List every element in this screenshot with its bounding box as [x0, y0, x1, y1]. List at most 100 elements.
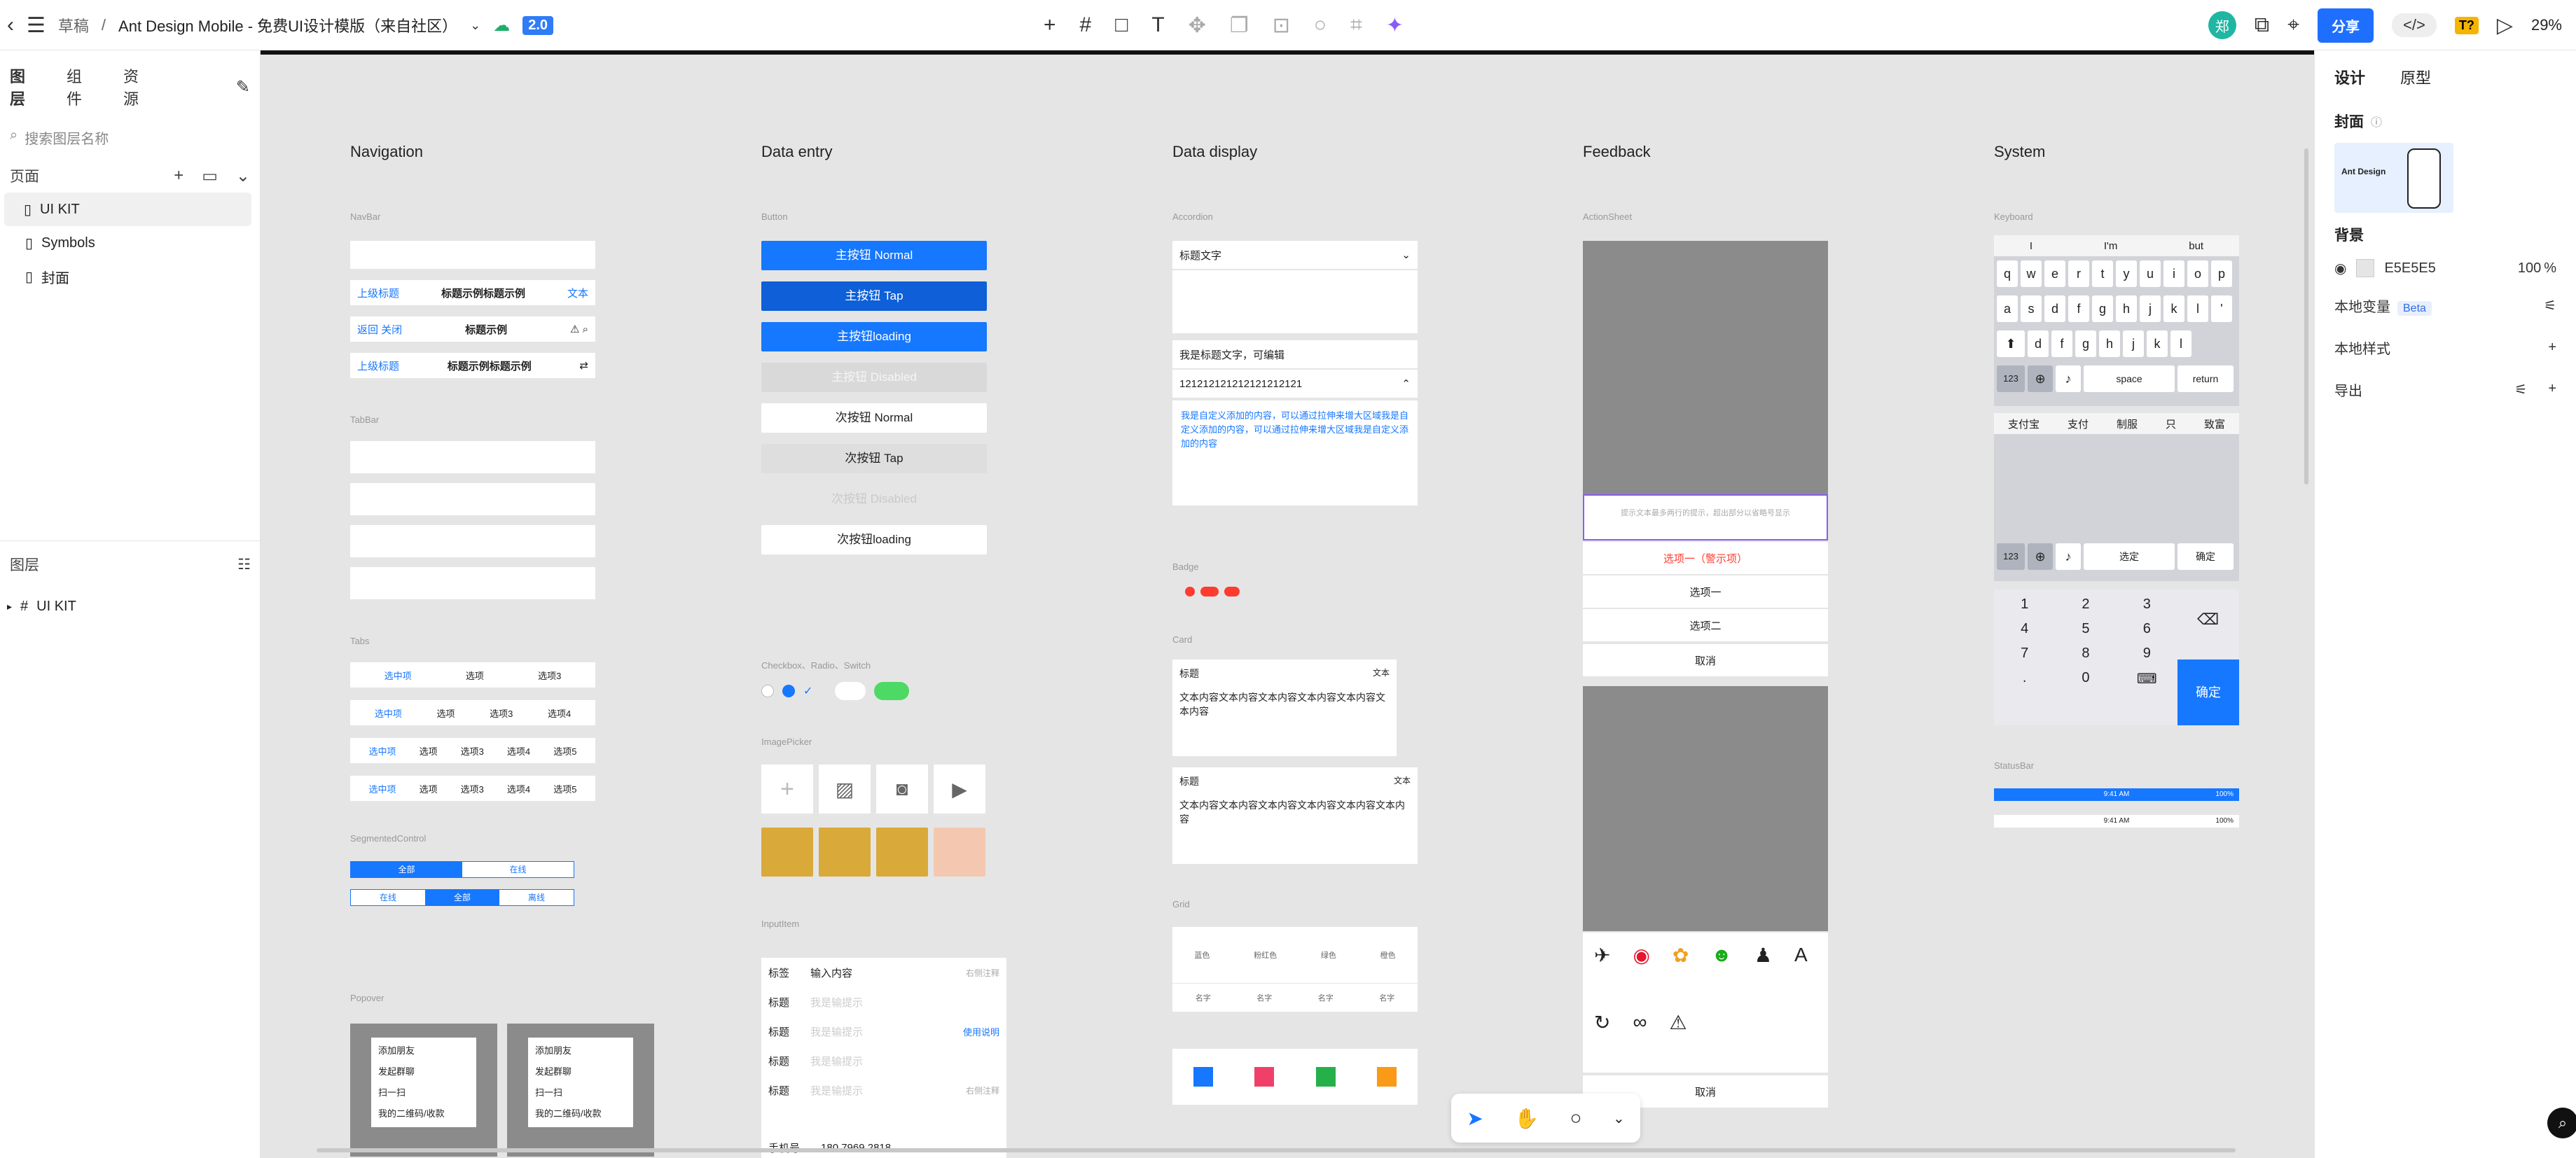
thumbnail-image[interactable] [934, 828, 985, 877]
qq-icon[interactable]: ♟ [1754, 944, 1772, 994]
layer-settings-icon[interactable]: ☷ [237, 556, 251, 573]
refresh-icon[interactable]: ↻ [1594, 1011, 1610, 1061]
card-1[interactable]: 标题 文本 文本内容文本内容文本内容文本内容文本内容文本内容 [1172, 660, 1397, 756]
page-item-cover[interactable]: ▯ 封面 [0, 260, 260, 293]
background-fill-row[interactable]: ◉ E5E5E5 100% [2315, 252, 2576, 284]
tabbar-1[interactable] [350, 441, 595, 473]
component-icon[interactable]: ❐ [1230, 13, 1249, 38]
accordion-number-row[interactable]: 121212121212121212121 ⌃ [1172, 370, 1418, 398]
add-icon[interactable]: + [2548, 381, 2556, 398]
collapse-icon[interactable]: ⌄ [236, 166, 250, 186]
crop-icon[interactable]: ⌗ [1350, 13, 1362, 37]
wechat-icon[interactable]: ☻ [1711, 944, 1731, 994]
image-icon[interactable]: ▨ [819, 765, 871, 814]
beta-tag[interactable]: T? [2454, 16, 2479, 34]
actionsheet-cancel[interactable]: 取消 [1583, 644, 1828, 676]
tabbar-4[interactable] [350, 567, 595, 599]
popover-menu[interactable]: 添加朋友 发起群聊 扫一扫 我的二维码/收款 [528, 1038, 633, 1127]
chevron-down-icon[interactable]: ⌄ [470, 18, 480, 33]
switch-off[interactable] [835, 682, 866, 700]
actionsheet-option[interactable]: 选项一 [1583, 575, 1828, 608]
segmented-control[interactable]: 全部 在线 [350, 861, 574, 878]
version-badge[interactable]: 2.0 [522, 15, 554, 35]
thumbnail-image[interactable] [761, 828, 813, 877]
zoom-level[interactable]: 29% [2531, 16, 2562, 34]
warning-icon[interactable]: ⚠ [1669, 1011, 1687, 1061]
tab-design[interactable]: 设计 [2334, 66, 2365, 88]
chevron-down-icon[interactable]: ⌄ [1613, 1110, 1625, 1127]
ai-icon[interactable]: ✦ [1386, 13, 1404, 38]
hand-icon[interactable]: ✋ [1514, 1107, 1539, 1130]
color-swatch[interactable] [2356, 259, 2375, 277]
code-toggle-icon[interactable]: </> [2392, 13, 2437, 37]
navbar-row4[interactable]: 上级标题 标题示例标题示例 ⇄ [350, 353, 595, 378]
switch-on[interactable] [874, 682, 910, 700]
frame-icon[interactable]: # [1080, 13, 1092, 37]
numeric-confirm-key[interactable]: 确定 [2177, 660, 2239, 725]
microphone-icon[interactable]: ♪ [2056, 543, 2081, 570]
search-fab-icon[interactable]: ⌕ [2547, 1108, 2576, 1138]
camera-icon[interactable]: ◙ [876, 765, 928, 814]
input-row[interactable]: 标题 我是输提示 使用说明 [761, 1017, 1006, 1046]
folder-icon[interactable]: ▭ [202, 166, 218, 186]
thumbnail-image[interactable] [819, 828, 871, 877]
popover-menu[interactable]: 添加朋友 发起群聊 扫一扫 我的二维码/收款 [371, 1038, 476, 1127]
add-image-icon[interactable]: + [761, 765, 813, 814]
circle-icon[interactable]: ○ [1314, 13, 1327, 37]
secondary-button-normal[interactable]: 次按钮 Normal [761, 403, 987, 433]
export-row[interactable]: 导出 ⚟ + [2315, 368, 2576, 410]
input-row[interactable]: 标题 我是输提示 [761, 987, 1006, 1017]
navbar-row3[interactable]: 返回 关闭 标题示例 ⚠ ⌕ [350, 316, 595, 342]
layer-search[interactable]: ⌕ 搜索图层名称 [10, 127, 250, 148]
add-page-icon[interactable]: + [174, 166, 183, 186]
comment-icon[interactable]: ○ [1570, 1107, 1582, 1129]
local-variables-row[interactable]: 本地变量 Beta ⚟ [2315, 284, 2576, 326]
tabs-row-4[interactable]: 选中项 选项 选项3 选项4 选项5 [350, 776, 595, 801]
share-button[interactable]: 分享 [2318, 8, 2374, 43]
primary-button-tap[interactable]: 主按钮 Tap [761, 281, 987, 311]
phone-input-row[interactable]: 手机号180 7969 2818 [761, 1133, 1006, 1158]
eye-icon[interactable]: ◉ [2334, 260, 2346, 277]
grid-swatch[interactable] [1193, 1067, 1213, 1087]
page-item-symbols[interactable]: ▯ Symbols [0, 226, 260, 260]
edit-icon[interactable]: ✎ [236, 64, 250, 109]
actionsheet-option-warning[interactable]: 选项一（警示项） [1583, 542, 1828, 574]
play-icon[interactable]: ▷ [2497, 13, 2513, 38]
tabs-row-3[interactable]: 选中项 选项 选项3 选项4 选项5 [350, 738, 595, 763]
input-row[interactable]: 标题 我是输提示 右侧注释 [761, 1075, 1006, 1105]
link-icon[interactable]: ∞ [1633, 1011, 1647, 1061]
video-icon[interactable]: ▶ [934, 765, 985, 814]
expand-arrow-icon[interactable]: ▸ [7, 601, 12, 613]
secondary-button-disabled[interactable]: 次按钮 Disabled [761, 484, 987, 514]
thumbnail-image[interactable] [876, 828, 928, 877]
input-row[interactable]: 标签 输入内容 右侧注释 [761, 958, 1006, 987]
breadcrumb-root[interactable]: 草稿 [58, 14, 89, 36]
info-icon[interactable]: ⓘ [2371, 113, 2382, 130]
segmented-control-3[interactable]: 在线 全部 离线 [350, 889, 574, 906]
keyboard-hide-icon[interactable]: ⌨ [2117, 670, 2177, 688]
backspace-icon[interactable]: ⌫ [2197, 611, 2219, 629]
secondary-button-loading[interactable]: 次按钮loading [761, 525, 987, 554]
add-icon[interactable]: + [1044, 13, 1056, 37]
tab-components[interactable]: 组件 [67, 64, 90, 109]
tabbar-2[interactable] [350, 483, 595, 515]
tabs-row-2[interactable]: 选中项 选项 选项3 选项4 [350, 700, 595, 725]
chevron-left-icon[interactable]: ‹ [7, 13, 14, 37]
user-avatar[interactable]: 郑 [2208, 11, 2236, 39]
text-icon[interactable]: T [1151, 13, 1164, 37]
card-2[interactable]: 标题 文本 文本内容文本内容文本内容文本内容文本内容文本内容 [1172, 767, 1418, 864]
cursor-icon[interactable]: ➤ [1467, 1107, 1483, 1130]
weibo-icon[interactable]: ◉ [1633, 944, 1649, 994]
tab-assets[interactable]: 资源 [123, 64, 146, 109]
vertical-scrollbar[interactable] [2304, 148, 2308, 484]
tabbar-3[interactable] [350, 525, 595, 557]
notification-icon[interactable]: ⧉ [2255, 13, 2269, 37]
grid-swatch[interactable] [1315, 1067, 1336, 1087]
cover-thumbnail[interactable]: Ant Design [2334, 143, 2453, 213]
primary-button-normal[interactable]: 主按钮 Normal [761, 241, 987, 270]
page-item-ui-kit[interactable]: ▯ UI KIT [4, 193, 251, 226]
hamburger-icon[interactable]: ☰ [27, 13, 46, 38]
tabs-row-1[interactable]: 选中项 选项 选项3 [350, 662, 595, 688]
horizontal-scrollbar[interactable] [317, 1148, 2236, 1152]
move-icon[interactable]: ✥ [1189, 13, 1206, 38]
